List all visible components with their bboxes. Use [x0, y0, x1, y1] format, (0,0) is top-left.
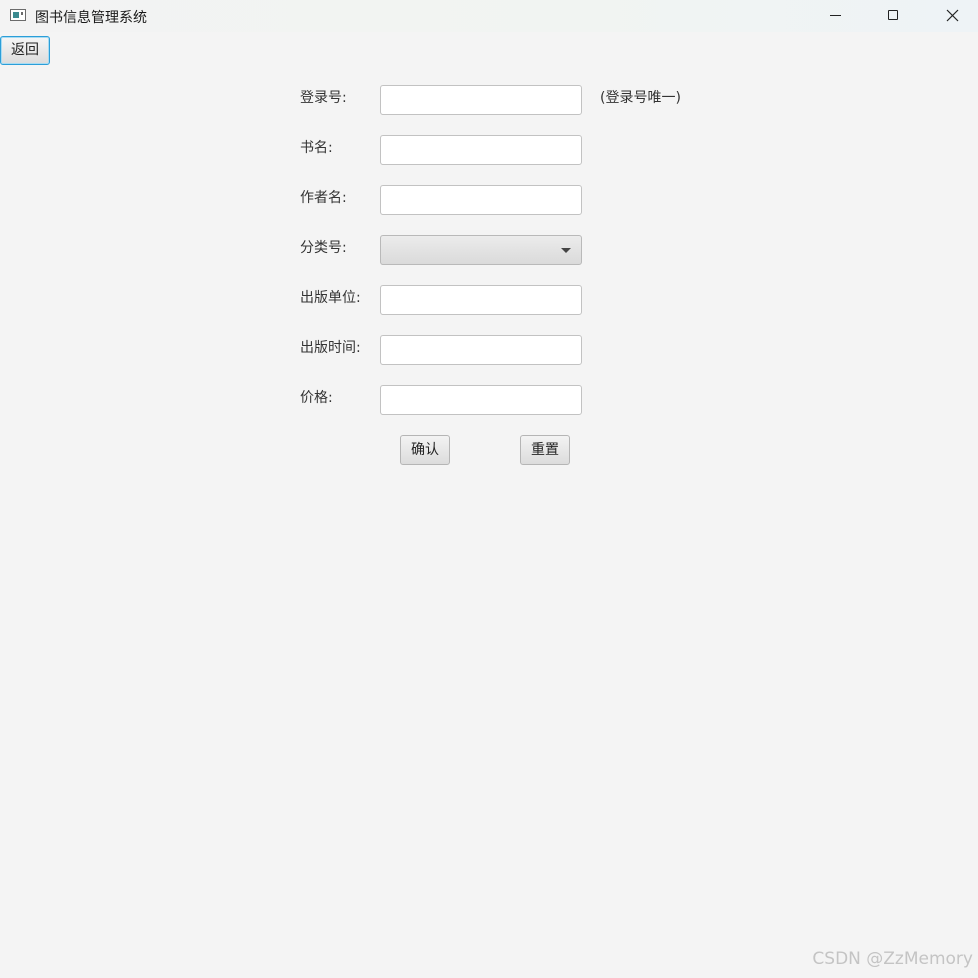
- back-button[interactable]: 返回: [0, 36, 50, 65]
- watermark: CSDN @ZzMemory: [812, 949, 973, 969]
- author-label: 作者名:: [300, 190, 347, 206]
- chevron-down-icon: [561, 248, 571, 253]
- title-bar: 图书信息管理系统: [0, 0, 978, 32]
- publish-date-input[interactable]: [380, 335, 582, 365]
- publish-date-label: 出版时间:: [300, 340, 361, 356]
- category-label: 分类号:: [300, 240, 347, 256]
- reset-button[interactable]: 重置: [520, 435, 570, 465]
- login-number-input[interactable]: [380, 85, 582, 115]
- book-title-label: 书名:: [300, 140, 333, 156]
- price-input[interactable]: [380, 385, 582, 415]
- category-select[interactable]: [380, 235, 582, 265]
- maximize-button[interactable]: [870, 0, 916, 32]
- publisher-label: 出版单位:: [300, 290, 361, 306]
- book-title-input[interactable]: [380, 135, 582, 165]
- login-number-label: 登录号:: [300, 90, 347, 106]
- minimize-button[interactable]: [812, 0, 858, 32]
- close-button[interactable]: [929, 0, 975, 32]
- login-number-hint: (登录号唯一): [600, 90, 681, 106]
- window-title: 图书信息管理系统: [35, 10, 147, 26]
- close-icon: [946, 9, 959, 22]
- author-input[interactable]: [380, 185, 582, 215]
- confirm-button[interactable]: 确认: [400, 435, 450, 465]
- publisher-input[interactable]: [380, 285, 582, 315]
- app-window: 图书信息管理系统 返回 登录号: (登录号唯一) 书名: 作者名: 分类号: 出…: [0, 0, 978, 978]
- app-window-icon: [10, 9, 26, 21]
- price-label: 价格:: [300, 390, 333, 406]
